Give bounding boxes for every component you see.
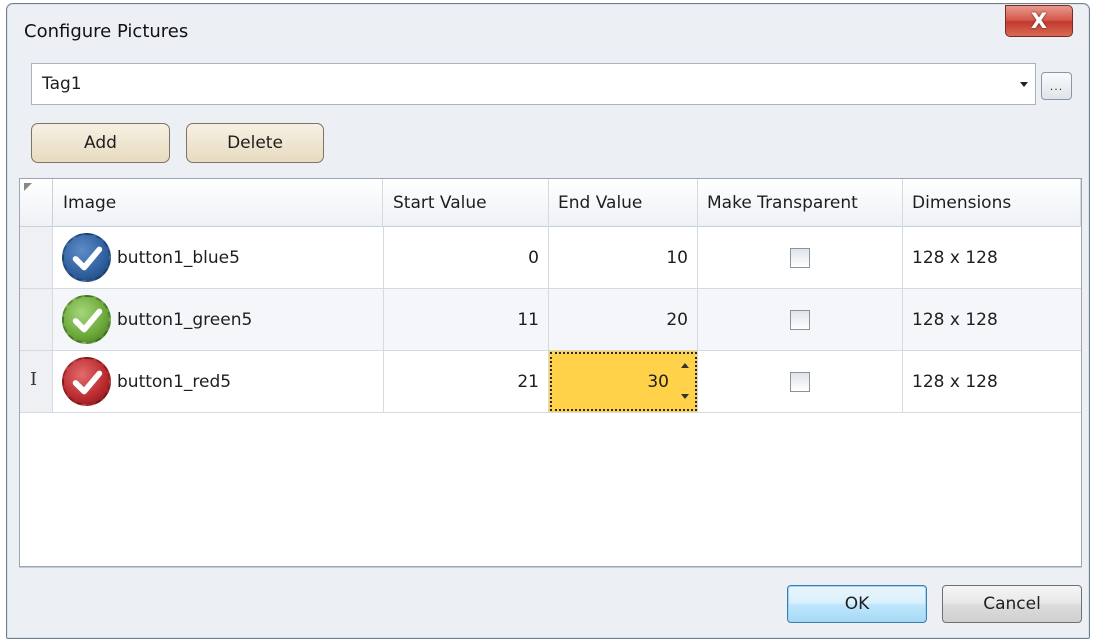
- close-button[interactable]: X: [1005, 5, 1073, 37]
- red-check-icon: [62, 357, 111, 406]
- dimensions-cell: 128 x 128: [912, 371, 998, 392]
- make-transparent-cell[interactable]: [698, 227, 903, 288]
- column-header-image[interactable]: Image: [54, 179, 383, 227]
- tag-select[interactable]: Tag1: [31, 63, 1036, 105]
- end-value-cell[interactable]: 10: [549, 227, 698, 288]
- green-check-icon: [62, 295, 111, 344]
- spin-down-icon[interactable]: [681, 394, 689, 399]
- image-name: button1_green5: [117, 309, 253, 330]
- row-selector[interactable]: [20, 289, 53, 350]
- start-value-cell[interactable]: 0: [384, 227, 549, 288]
- make-transparent-cell[interactable]: [698, 351, 903, 412]
- footer-divider: [19, 567, 1082, 568]
- cancel-button[interactable]: Cancel: [942, 585, 1082, 623]
- column-header-make-transparent[interactable]: Make Transparent: [698, 179, 903, 227]
- browse-button[interactable]: ...: [1041, 72, 1072, 100]
- dialog-title: Configure Pictures: [24, 21, 189, 42]
- close-icon: X: [1030, 9, 1048, 33]
- title-bar: Configure Pictures X: [7, 4, 1089, 60]
- image-name: button1_red5: [117, 371, 232, 392]
- table-row[interactable]: button1_green5 11 20 128 x 128: [20, 289, 1081, 351]
- end-value-cell[interactable]: 20: [549, 289, 698, 350]
- spin-up-icon[interactable]: [681, 363, 689, 368]
- table-row[interactable]: I button1_red5 21 30 128 x 128: [20, 351, 1081, 413]
- pictures-grid: Image Start Value End Value Make Transpa…: [19, 178, 1082, 567]
- add-button[interactable]: Add: [31, 123, 170, 163]
- image-cell[interactable]: button1_red5: [54, 351, 384, 412]
- make-transparent-checkbox[interactable]: [790, 371, 810, 392]
- grid-corner[interactable]: [20, 179, 53, 227]
- grid-header: Image Start Value End Value Make Transpa…: [20, 179, 1081, 227]
- image-name: button1_blue5: [117, 247, 240, 268]
- row-selector[interactable]: I: [20, 351, 53, 412]
- column-header-end-value[interactable]: End Value: [549, 179, 698, 227]
- make-transparent-checkbox[interactable]: [790, 309, 810, 330]
- column-header-dimensions[interactable]: Dimensions: [903, 179, 1081, 227]
- image-cell[interactable]: button1_green5: [54, 289, 384, 350]
- make-transparent-checkbox[interactable]: [790, 247, 810, 268]
- blue-check-icon: [62, 233, 111, 282]
- end-value-editor[interactable]: 30: [549, 351, 698, 412]
- table-row[interactable]: button1_blue5 0 10 128 x 128: [20, 227, 1081, 289]
- image-cell[interactable]: button1_blue5: [54, 227, 384, 288]
- dimensions-cell: 128 x 128: [912, 247, 998, 268]
- text-cursor-icon: I: [30, 369, 38, 390]
- delete-button[interactable]: Delete: [186, 123, 324, 163]
- end-value-input[interactable]: 30: [647, 372, 669, 392]
- dropdown-arrow-icon[interactable]: [1013, 64, 1035, 104]
- column-header-start-value[interactable]: Start Value: [384, 179, 549, 227]
- ok-button[interactable]: OK: [787, 585, 927, 623]
- dimensions-cell: 128 x 128: [912, 309, 998, 330]
- make-transparent-cell[interactable]: [698, 289, 903, 350]
- tag-select-value: Tag1: [42, 74, 82, 94]
- start-value-cell[interactable]: 11: [384, 289, 549, 350]
- row-selector[interactable]: [20, 227, 53, 288]
- spin-buttons[interactable]: [679, 361, 691, 401]
- start-value-cell[interactable]: 21: [384, 351, 549, 412]
